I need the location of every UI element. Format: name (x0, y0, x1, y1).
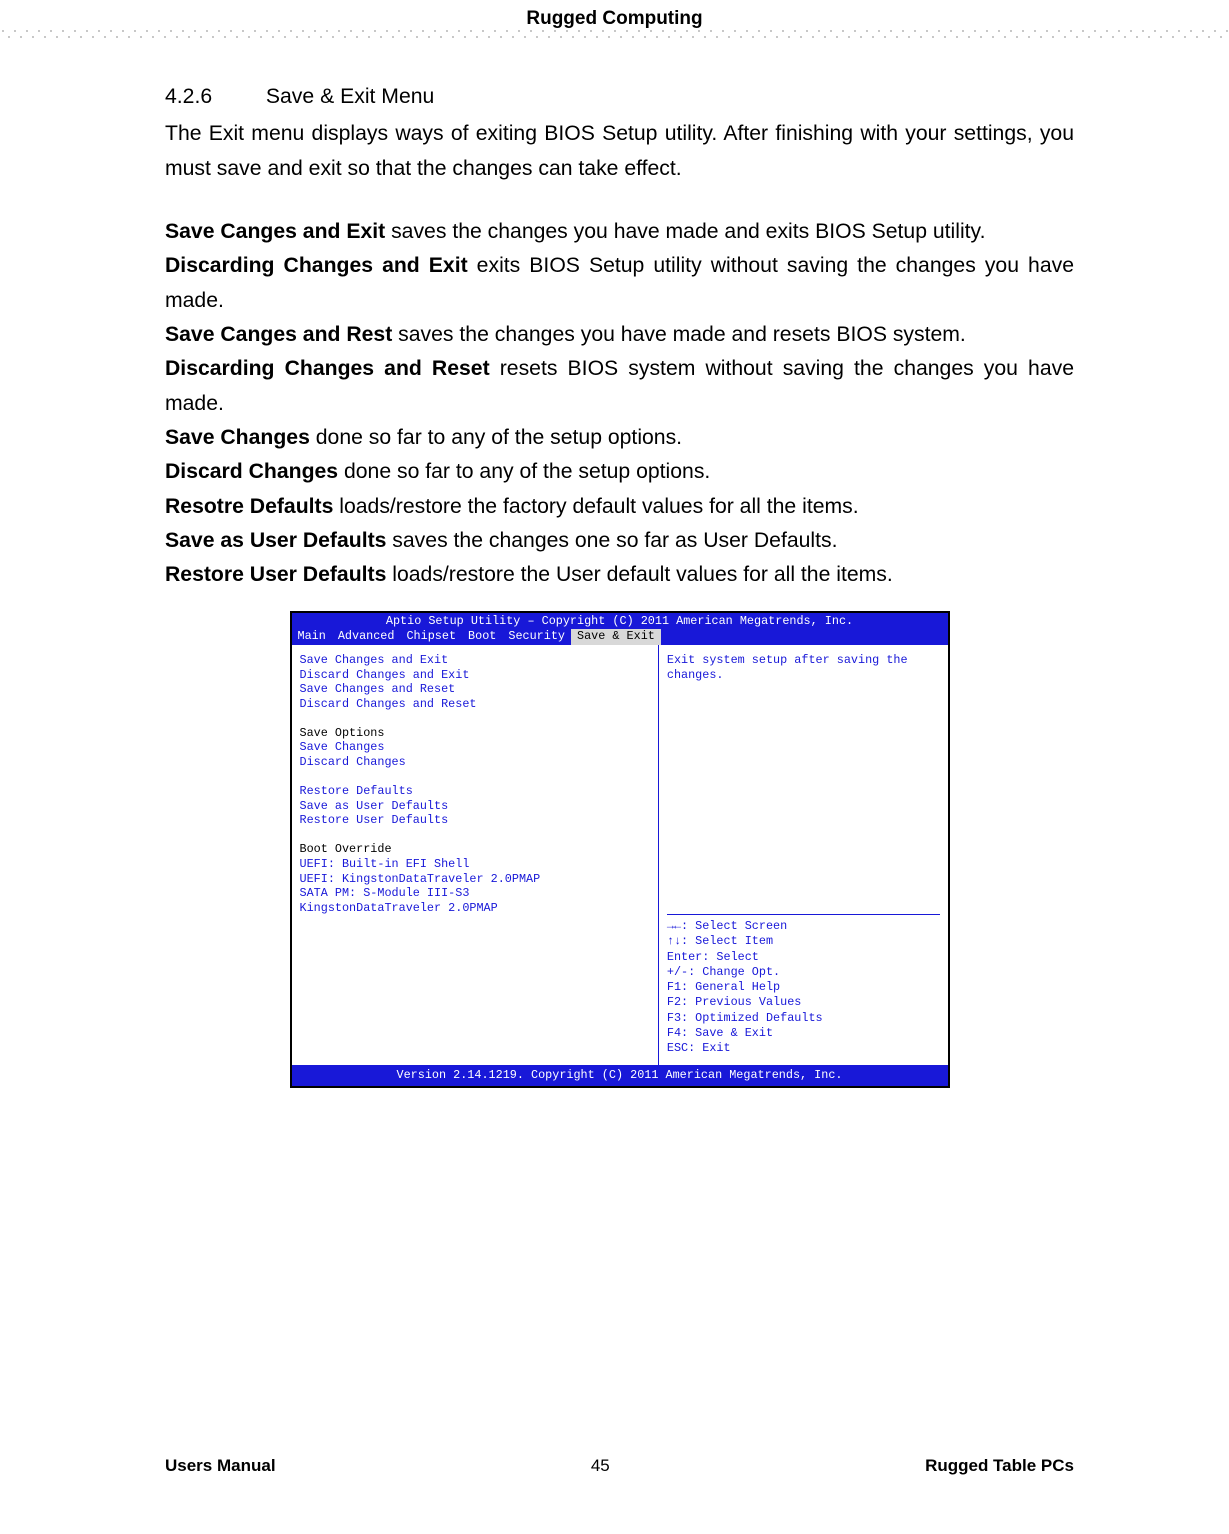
definition-term: Resotre Defaults (165, 495, 333, 518)
bios-titlebar: Aptio Setup Utility – Copyright (C) 2011… (292, 613, 948, 630)
definition-item: Save Changes done so far to any of the s… (165, 421, 1074, 455)
definition-term: Discarding Changes and Reset (165, 357, 490, 380)
definition-term: Discard Changes (165, 460, 338, 483)
bios-option-save-changes[interactable]: Save Changes (300, 740, 650, 755)
bios-option-uefi-kingston[interactable]: UEFI: KingstonDataTraveler 2.0PMAP (300, 872, 650, 887)
bios-key-select-item: ↑↓: Select Item (667, 934, 940, 949)
bios-key-esc: ESC: Exit (667, 1041, 940, 1056)
bios-tab-chipset[interactable]: Chipset (400, 629, 462, 644)
page-header: Rugged Computing (0, 8, 1229, 30)
definition-text: done so far to any of the setup options. (310, 426, 682, 449)
bios-screenshot: Aptio Setup Utility – Copyright (C) 2011… (290, 611, 950, 1089)
definition-text: loads/restore the factory default values… (333, 495, 858, 518)
bios-group-save-options: Save Options Save Changes Discard Change… (300, 726, 650, 770)
bios-option-kingston[interactable]: KingstonDataTraveler 2.0PMAP (300, 901, 650, 916)
definition-item: Resotre Defaults loads/restore the facto… (165, 490, 1074, 524)
definition-text: saves the changes you have made and rese… (392, 323, 966, 346)
definition-item: Discard Changes done so far to any of th… (165, 455, 1074, 489)
definition-item: Discarding Changes and Exit exits BIOS S… (165, 249, 1074, 318)
definition-text: saves the changes you have made and exit… (385, 220, 985, 243)
bios-tab-main[interactable]: Main (292, 629, 332, 644)
definition-item: Save Canges and Rest saves the changes y… (165, 318, 1074, 352)
footer-left: Users Manual (165, 1456, 276, 1476)
page-content: 4.2.6 Save & Exit Menu The Exit menu dis… (165, 80, 1074, 1090)
bios-key-change-opt: +/-: Change Opt. (667, 965, 940, 980)
bios-option-uefi-shell[interactable]: UEFI: Built-in EFI Shell (300, 857, 650, 872)
section-number: 4.2.6 (165, 80, 260, 115)
bios-tabs: Main Advanced Chipset Boot Security Save… (292, 629, 948, 644)
definition-term: Save Canges and Exit (165, 220, 385, 243)
bios-group-defaults: Restore Defaults Save as User Defaults R… (300, 784, 650, 828)
section-title: Save & Exit Menu (266, 85, 434, 108)
page-footer: Users Manual 45 Rugged Table PCs (165, 1456, 1074, 1476)
bios-group-header-boot-override: Boot Override (300, 842, 650, 857)
bios-left-pane: Save Changes and Exit Discard Changes an… (292, 645, 659, 1065)
bios-help-text: Exit system setup after saving the chang… (667, 653, 940, 684)
bios-key-f4: F4: Save & Exit (667, 1026, 940, 1041)
bios-group-exit: Save Changes and Exit Discard Changes an… (300, 653, 650, 712)
bios-key-enter: Enter: Select (667, 950, 940, 965)
definition-term: Discarding Changes and Exit (165, 254, 468, 277)
definition-text: done so far to any of the setup options. (338, 460, 710, 483)
header-title: Rugged Computing (526, 8, 702, 29)
section-intro: The Exit menu displays ways of exiting B… (165, 117, 1074, 187)
bios-footer: Version 2.14.1219. Copyright (C) 2011 Am… (292, 1065, 948, 1086)
bios-key-f2: F2: Previous Values (667, 995, 940, 1010)
definition-term: Save as User Defaults (165, 529, 386, 552)
bios-option-sata-smodule[interactable]: SATA PM: S-Module III-S3 (300, 886, 650, 901)
definition-term: Save Canges and Rest (165, 323, 392, 346)
footer-right: Rugged Table PCs (925, 1456, 1074, 1476)
bios-option-restore-user-defaults[interactable]: Restore User Defaults (300, 813, 650, 828)
bios-help-separator: →←: Select Screen ↑↓: Select Item Enter:… (667, 914, 940, 1057)
definition-term: Save Changes (165, 426, 310, 449)
bios-option-save-user-defaults[interactable]: Save as User Defaults (300, 799, 650, 814)
bios-tab-save-exit[interactable]: Save & Exit (571, 629, 661, 644)
bios-option-save-reset[interactable]: Save Changes and Reset (300, 682, 650, 697)
definition-item: Restore User Defaults loads/restore the … (165, 558, 1074, 592)
bios-option-save-exit[interactable]: Save Changes and Exit (300, 653, 650, 668)
bios-key-f1: F1: General Help (667, 980, 940, 995)
bios-key-f3: F3: Optimized Defaults (667, 1011, 940, 1026)
bios-option-discard-changes[interactable]: Discard Changes (300, 755, 650, 770)
bios-group-boot-override: Boot Override UEFI: Built-in EFI Shell U… (300, 842, 650, 916)
bios-body: Save Changes and Exit Discard Changes an… (292, 645, 948, 1065)
section-heading: 4.2.6 Save & Exit Menu (165, 80, 1074, 115)
bios-group-header-save-options: Save Options (300, 726, 650, 741)
bios-option-restore-defaults[interactable]: Restore Defaults (300, 784, 650, 799)
definition-item: Save as User Defaults saves the changes … (165, 524, 1074, 558)
definition-term: Restore User Defaults (165, 563, 386, 586)
bios-tab-boot[interactable]: Boot (462, 629, 502, 644)
bios-key-select-screen: →←: Select Screen (667, 919, 940, 934)
bios-screenshot-wrap: Aptio Setup Utility – Copyright (C) 2011… (165, 611, 1074, 1090)
footer-page-number: 45 (591, 1456, 610, 1476)
definition-text: saves the changes one so far as User Def… (386, 529, 837, 552)
bios-option-discard-exit[interactable]: Discard Changes and Exit (300, 668, 650, 683)
bios-help-keys: →←: Select Screen ↑↓: Select Item Enter:… (667, 919, 940, 1057)
bios-right-pane: Exit system setup after saving the chang… (659, 645, 948, 1065)
definitions-block: Save Canges and Exit saves the changes y… (165, 215, 1074, 593)
header-border-pattern (0, 28, 1229, 46)
definition-item: Discarding Changes and Reset resets BIOS… (165, 352, 1074, 421)
bios-tab-advanced[interactable]: Advanced (332, 629, 401, 644)
definition-text: loads/restore the User default values fo… (386, 563, 892, 586)
definition-item: Save Canges and Exit saves the changes y… (165, 215, 1074, 249)
bios-option-discard-reset[interactable]: Discard Changes and Reset (300, 697, 650, 712)
bios-tab-security[interactable]: Security (502, 629, 571, 644)
